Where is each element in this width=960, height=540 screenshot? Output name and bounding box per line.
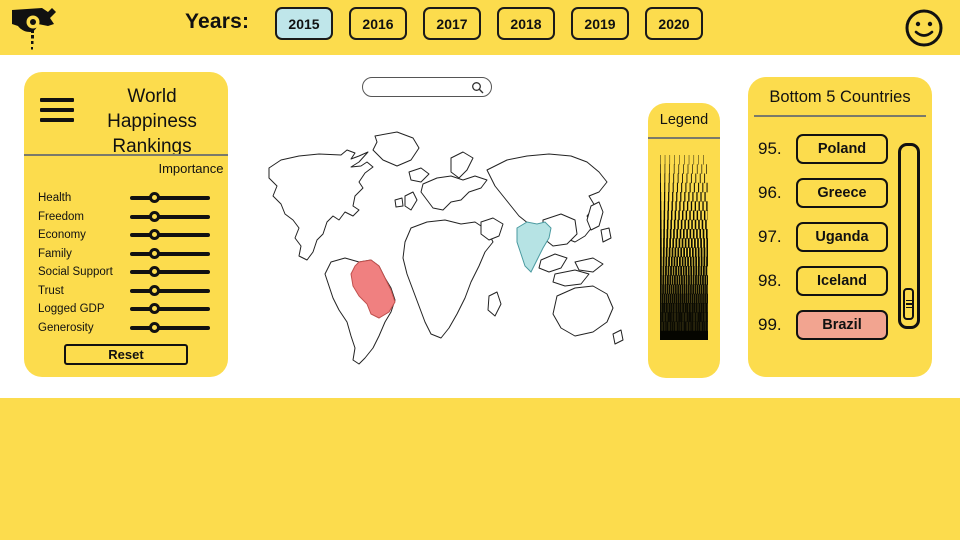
slider-bar	[130, 307, 210, 312]
slider-row-trust: Trust	[38, 282, 223, 301]
page-title-line-1: World	[127, 86, 177, 107]
slider-bar	[130, 251, 210, 256]
slider-thumb[interactable]	[148, 192, 160, 204]
smiley-face-icon	[905, 9, 943, 47]
slider-row-family: Family	[38, 245, 223, 264]
slider-row-economy: Economy	[38, 226, 223, 245]
slider-thumb[interactable]	[148, 321, 160, 333]
world-map[interactable]	[255, 110, 635, 380]
bottom-5-list: 95. Poland 96. Greece 97. Uganda 98. Ice…	[758, 127, 900, 347]
slider-social-support[interactable]	[130, 264, 210, 280]
year-button-2015[interactable]: 2015	[275, 7, 333, 40]
hand-pointer-icon	[12, 8, 56, 50]
bottom-5-panel: Bottom 5 Countries 95. Poland 96. Greece…	[748, 77, 932, 377]
year-button-2017[interactable]: 2017	[423, 7, 481, 40]
slider-generosity[interactable]	[130, 320, 210, 336]
profile-button[interactable]	[902, 6, 946, 50]
rank-label: 98.	[758, 271, 782, 290]
slider-label-freedom: Freedom	[38, 210, 85, 223]
importance-header: Importance	[158, 161, 224, 176]
year-button-2019[interactable]: 2019	[571, 7, 629, 40]
slider-thumb[interactable]	[148, 210, 160, 222]
panel-divider	[24, 154, 228, 156]
slider-bar	[130, 233, 210, 238]
slider-label-health: Health	[38, 192, 72, 205]
rank-label: 99.	[758, 315, 782, 334]
slider-label-economy: Economy	[38, 229, 86, 242]
slider-freedom[interactable]	[130, 209, 210, 225]
list-item: 95. Poland	[758, 127, 900, 171]
slider-row-logged-gdp: Logged GDP	[38, 300, 223, 319]
year-button-2020[interactable]: 2020	[645, 7, 703, 40]
years-label: Years:	[185, 10, 250, 33]
slider-bar	[130, 288, 210, 293]
list-item: 96. Greece	[758, 171, 900, 215]
list-item: 98. Iceland	[758, 259, 900, 303]
slider-label-generosity: Generosity	[38, 321, 94, 334]
scrollbar-thumb[interactable]	[903, 288, 914, 320]
slider-row-freedom: Freedom	[38, 208, 223, 227]
slider-family[interactable]	[130, 246, 210, 262]
slider-thumb[interactable]	[148, 247, 160, 259]
main-content: World Happiness Rankings Importance Heal…	[0, 55, 960, 398]
slider-thumb[interactable]	[148, 284, 160, 296]
top-bar: Years: 2015 2016 2017 2018 2019 2020	[0, 0, 960, 55]
slider-thumb[interactable]	[148, 266, 160, 278]
bottom-5-title: Bottom 5 Countries	[769, 88, 911, 106]
slider-row-social-support: Social Support	[38, 263, 223, 282]
page-title-line-2: Happiness	[107, 111, 197, 133]
list-item: 99. Brazil	[758, 303, 900, 347]
panel-divider	[754, 115, 926, 117]
slider-health[interactable]	[130, 190, 210, 206]
legend-title: Legend	[659, 112, 709, 128]
slider-bar	[130, 214, 210, 219]
reset-button[interactable]: Reset	[64, 344, 188, 365]
chart-carousel: 28 67 Freedom	[0, 398, 960, 540]
year-button-2016[interactable]: 2016	[349, 7, 407, 40]
hamburger-menu-icon[interactable]	[40, 98, 74, 128]
slider-thumb[interactable]	[148, 229, 160, 241]
slider-label-logged-gdp: Logged GDP	[38, 303, 105, 316]
slider-thumb[interactable]	[148, 303, 160, 315]
slider-trust[interactable]	[130, 283, 210, 299]
panel-divider	[648, 137, 720, 139]
legend-panel: Legend	[648, 103, 720, 378]
list-item: 97. Uganda	[758, 215, 900, 259]
rank-label: 97.	[758, 227, 782, 246]
country-button-uganda[interactable]: Uganda	[796, 222, 888, 252]
slider-logged-gdp[interactable]	[130, 301, 210, 317]
rank-label: 95.	[758, 139, 782, 158]
slider-label-social-support: Social Support	[38, 266, 113, 279]
slider-bar	[130, 325, 210, 330]
slider-label-trust: Trust	[38, 284, 64, 297]
magnifier-icon	[472, 82, 484, 94]
slider-list: Health Freedom Economy Family Social Sup…	[38, 189, 223, 337]
slider-bar	[130, 196, 210, 201]
rank-label: 96.	[758, 183, 782, 202]
page-title: World Happiness Rankings	[84, 84, 220, 159]
year-selector: 2015 2016 2017 2018 2019 2020	[275, 7, 703, 40]
legend-color-scale	[660, 155, 710, 341]
slider-row-health: Health	[38, 189, 223, 208]
vertical-scrollbar[interactable]	[898, 143, 920, 329]
country-button-brazil[interactable]: Brazil	[796, 310, 888, 340]
slider-row-generosity: Generosity	[38, 319, 223, 338]
app-logo[interactable]	[8, 2, 60, 52]
country-button-iceland[interactable]: Iceland	[796, 266, 888, 296]
year-button-2018[interactable]: 2018	[497, 7, 555, 40]
slider-label-family: Family	[38, 247, 72, 260]
app-root: Years: 2015 2016 2017 2018 2019 2020 Wor…	[0, 0, 960, 540]
slider-economy[interactable]	[130, 227, 210, 243]
world-map-svg	[268, 131, 624, 365]
country-button-poland[interactable]: Poland	[796, 134, 888, 164]
country-button-greece[interactable]: Greece	[796, 178, 888, 208]
controls-panel: World Happiness Rankings Importance Heal…	[24, 72, 228, 377]
search-input[interactable]	[362, 77, 492, 97]
slider-bar	[130, 270, 210, 275]
